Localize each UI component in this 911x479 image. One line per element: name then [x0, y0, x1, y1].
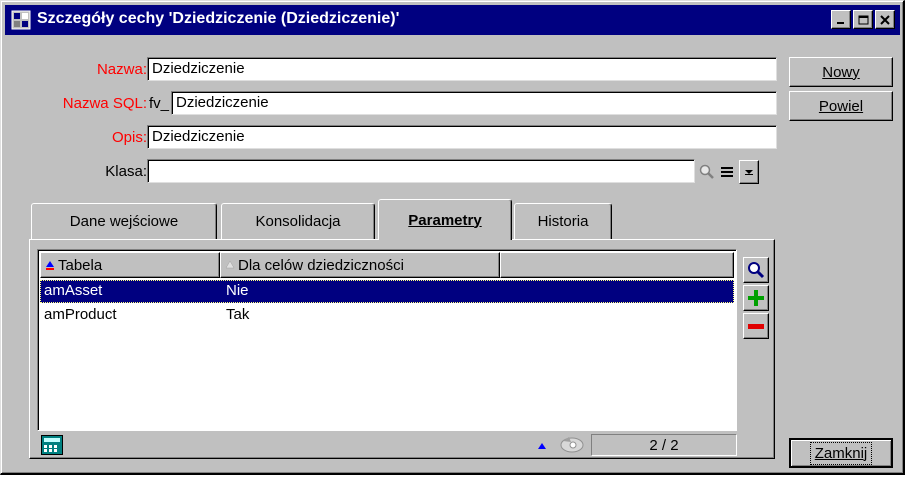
list-icon	[721, 167, 733, 177]
maximize-button[interactable]	[853, 10, 873, 29]
duplicate-button[interactable]: Powiel	[789, 91, 893, 121]
name-field[interactable]: Dziedziczenie	[147, 57, 777, 81]
table-row[interactable]: amProduct Tak	[40, 304, 734, 327]
title-bar[interactable]: Szczegóły cechy 'Dziedziczenie (Dziedzic…	[5, 5, 900, 35]
column-header-inheritance[interactable]: Dla celów dziedziczności	[220, 252, 500, 278]
close-window-button[interactable]	[875, 10, 895, 29]
column-header-inheritance-label: Dla celów dziedziczności	[238, 256, 404, 274]
window-title: Szczegóły cechy 'Dziedziczenie (Dziedzic…	[37, 10, 400, 27]
tab-history-label: Historia	[537, 213, 589, 230]
calculator-icon	[41, 435, 63, 455]
tab-consolidation-label: Konsolidacja	[255, 213, 341, 230]
remove-row-button[interactable]	[743, 313, 769, 339]
list-zoom-button[interactable]	[743, 257, 769, 283]
description-label: Opis:	[111, 129, 147, 146]
class-zoom-button[interactable]	[697, 161, 717, 183]
sql-prefix: fv_	[149, 95, 170, 112]
add-row-button[interactable]	[743, 285, 769, 311]
close-button[interactable]: Zamknij	[789, 438, 893, 468]
plus-icon	[748, 290, 764, 306]
magnifier-icon	[748, 262, 765, 279]
new-button-label: Nowy	[822, 63, 860, 81]
app-icon	[11, 10, 31, 30]
new-button[interactable]: Nowy	[789, 57, 893, 87]
sort-inactive-icon	[225, 260, 235, 269]
sort-direction-indicator[interactable]	[537, 438, 549, 452]
class-dropdown-button[interactable]	[739, 160, 759, 184]
tab-input-data[interactable]: Dane wejściowe	[31, 203, 217, 239]
chevron-down-icon	[745, 170, 753, 175]
duplicate-button-label: Powiel	[818, 97, 864, 115]
sql-name-label: Nazwa SQL:	[62, 95, 147, 112]
triangle-up-icon	[538, 443, 546, 449]
magnifier-icon	[699, 164, 714, 179]
sort-ascending-icon	[46, 261, 54, 270]
column-header-empty[interactable]	[500, 252, 734, 278]
class-label: Klasa:	[105, 163, 147, 180]
name-label: Nazwa:	[96, 61, 147, 78]
minus-icon	[748, 324, 764, 329]
row-counter-text: 2 / 2	[649, 436, 679, 454]
cell-table: amProduct	[44, 306, 117, 323]
refresh-icon	[560, 437, 584, 453]
row-counter: 2 / 2	[591, 434, 737, 456]
cell-inheritance: Nie	[226, 282, 249, 299]
tab-history[interactable]: Historia	[514, 203, 612, 239]
tab-consolidation[interactable]: Konsolidacja	[221, 203, 375, 239]
table-row[interactable]: amAsset Nie	[40, 280, 734, 303]
cell-inheritance: Tak	[226, 306, 250, 323]
sql-name-field[interactable]: Dziedziczenie	[171, 91, 777, 115]
class-list-button[interactable]	[717, 161, 737, 183]
minimize-button[interactable]	[831, 10, 851, 29]
calculator-button[interactable]	[41, 435, 63, 455]
tab-parameters-label: Parametry	[408, 211, 482, 229]
tab-parameters[interactable]: Parametry	[378, 199, 512, 240]
class-field[interactable]	[147, 159, 695, 183]
dialog-window: Szczegóły cechy 'Dziedziczenie (Dziedzic…	[0, 0, 905, 475]
parameters-list[interactable]: Tabela Dla celów dziedziczności amAsset …	[37, 249, 737, 431]
tab-input-data-label: Dane wejściowe	[69, 213, 179, 230]
refresh-button[interactable]	[557, 433, 587, 455]
column-header-table[interactable]: Tabela	[40, 252, 220, 278]
minimize-icon	[837, 21, 844, 24]
cell-table: amAsset	[44, 282, 103, 299]
description-field[interactable]: Dziedziczenie	[147, 125, 777, 149]
close-button-label: Zamknij	[809, 441, 873, 465]
column-header-table-label: Tabela	[58, 256, 103, 274]
close-icon	[880, 14, 890, 25]
maximize-icon	[858, 15, 868, 24]
